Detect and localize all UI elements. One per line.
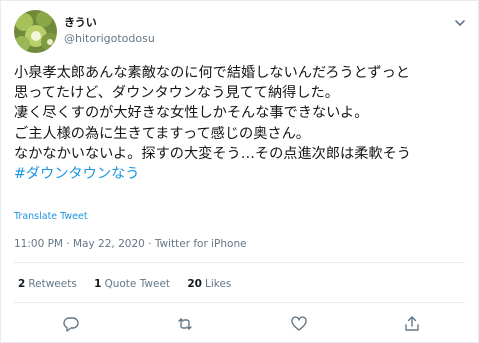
- likes-label: Likes: [205, 278, 232, 290]
- reply-icon[interactable]: [62, 315, 80, 333]
- share-icon[interactable]: [403, 315, 421, 333]
- tweet-author[interactable]: きうい @hitorigotodosu: [64, 16, 155, 46]
- likes-count: 20: [187, 278, 202, 290]
- tweet-text-line: 思ってたけど、ダウンタウンなう見てて納得した。: [14, 85, 339, 102]
- retweets-stat[interactable]: 2 Retweets: [18, 278, 77, 290]
- tweet-stats: 2 Retweets 1 Quote Tweet 20 Likes: [18, 278, 245, 290]
- tweet-text-line: ご主人様の為に生きてますって感じの奥さん。: [14, 125, 310, 142]
- tweet-text-line: 凄く尽くすのが大好きな女性しかそんな事できないよ。: [14, 105, 369, 122]
- tweet-timestamp[interactable]: 11:00 PM · May 22, 2020 · Twitter for iP…: [14, 238, 247, 250]
- quote-tweet-stat[interactable]: 1 Quote Tweet: [94, 278, 170, 290]
- tweet-text-line: なかなかいないよ。探すの大変そう…その点進次郎は柔軟そう: [14, 145, 411, 162]
- retweets-label: Retweets: [28, 278, 77, 290]
- user-handle[interactable]: @hitorigotodosu: [64, 32, 155, 46]
- avatar[interactable]: [14, 10, 57, 53]
- tweet-card[interactable]: きうい @hitorigotodosu 小泉孝太郎あんな素敵なのに何で結婚しない…: [0, 0, 479, 343]
- hashtag-link[interactable]: #ダウンタウンなう: [14, 164, 474, 184]
- retweets-count: 2: [18, 278, 26, 290]
- quote-count: 1: [94, 278, 102, 290]
- divider: [14, 302, 465, 303]
- translate-tweet-link[interactable]: Translate Tweet: [14, 211, 88, 222]
- action-bar: [1, 311, 479, 337]
- heart-icon[interactable]: [290, 315, 308, 333]
- tweet-text: 小泉孝太郎あんな素敵なのに何で結婚しないんだろうとずっと 思ってたけど、ダウンタ…: [14, 63, 474, 184]
- tweet-text-line: 小泉孝太郎あんな素敵なのに何で結婚しないんだろうとずっと: [14, 65, 410, 81]
- divider: [14, 262, 465, 263]
- retweet-icon[interactable]: [176, 315, 194, 333]
- quote-label: Quote Tweet: [104, 278, 171, 290]
- likes-stat[interactable]: 20 Likes: [187, 278, 231, 290]
- chevron-down-icon[interactable]: [452, 15, 468, 31]
- display-name[interactable]: きうい: [64, 16, 155, 30]
